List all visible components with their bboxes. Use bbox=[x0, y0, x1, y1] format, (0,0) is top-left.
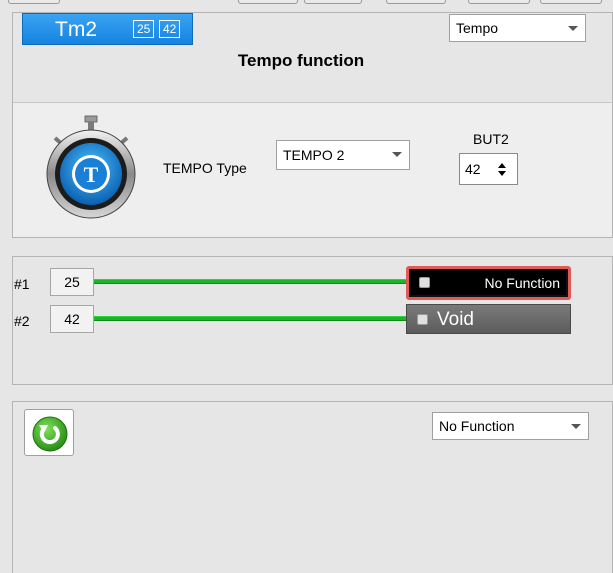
top-button-4[interactable] bbox=[386, 0, 446, 4]
timer-value-1: 25 bbox=[133, 20, 155, 38]
function-slot-2[interactable]: Void bbox=[406, 304, 571, 334]
button-number-stepper[interactable]: 42 bbox=[459, 153, 518, 185]
function-slot-1[interactable]: No Function bbox=[406, 266, 571, 300]
function-slot-2-label: Void bbox=[437, 309, 474, 330]
stepper-up-icon[interactable] bbox=[498, 163, 506, 168]
mode-dropdown[interactable]: Tempo bbox=[449, 14, 586, 42]
chevron-down-icon bbox=[568, 26, 578, 31]
top-button-strip bbox=[0, 0, 613, 6]
bottom-function-value: No Function bbox=[439, 418, 515, 434]
timer-label: Tm2 bbox=[55, 18, 97, 41]
chevron-down-icon bbox=[392, 152, 402, 157]
tempo-type-dropdown[interactable]: TEMPO 2 bbox=[276, 140, 410, 170]
connection-2-label: #2 bbox=[14, 313, 30, 329]
top-button-1[interactable] bbox=[8, 0, 60, 4]
tempo-type-value: TEMPO 2 bbox=[283, 147, 345, 163]
connection-1-line bbox=[94, 279, 406, 284]
page-title: Tempo function bbox=[237, 51, 365, 70]
refresh-icon bbox=[32, 416, 68, 452]
top-button-5[interactable] bbox=[468, 0, 530, 4]
refresh-button[interactable] bbox=[24, 409, 74, 456]
connection-2-value[interactable]: 42 bbox=[50, 305, 94, 333]
connection-2-line bbox=[94, 316, 406, 321]
button-label: BUT2 bbox=[473, 131, 509, 147]
timer-value-2: 42 bbox=[159, 20, 181, 38]
svg-text:T: T bbox=[84, 162, 99, 187]
top-button-2[interactable] bbox=[238, 0, 298, 4]
tempo-type-label: TEMPO Type bbox=[163, 160, 247, 176]
connection-1-value[interactable]: 25 bbox=[50, 268, 94, 296]
mode-dropdown-value: Tempo bbox=[456, 20, 499, 36]
timer-badge[interactable]: Tm2 25 42 bbox=[22, 13, 193, 45]
chevron-down-icon bbox=[571, 424, 581, 429]
top-button-6[interactable] bbox=[540, 0, 602, 4]
connection-1-label: #1 bbox=[14, 276, 30, 292]
stepper-value: 42 bbox=[465, 161, 481, 177]
function-checkbox[interactable] bbox=[417, 314, 428, 325]
function-checkbox[interactable] bbox=[419, 277, 430, 288]
function-slot-1-label: No Function bbox=[484, 275, 560, 291]
stepper-down-icon[interactable] bbox=[498, 171, 506, 176]
stopwatch-icon: T bbox=[46, 115, 136, 219]
bottom-function-dropdown[interactable]: No Function bbox=[432, 412, 589, 440]
top-button-3[interactable] bbox=[304, 0, 362, 4]
